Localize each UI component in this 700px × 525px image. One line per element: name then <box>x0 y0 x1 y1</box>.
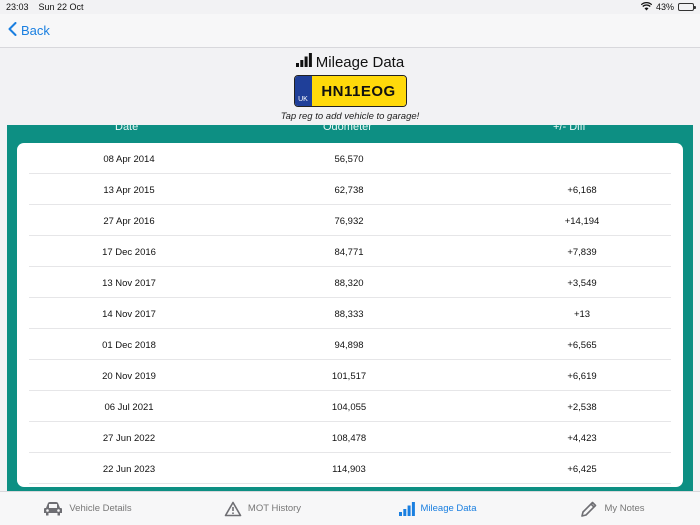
table-row: 06 Jul 2021 104,055 +2,538 <box>29 391 671 422</box>
pencil-icon <box>580 500 598 518</box>
cell-date: 14 Nov 2017 <box>102 309 156 320</box>
cell-diff: +6,168 <box>567 185 597 196</box>
tab-mot-history[interactable]: MOT History <box>175 492 350 525</box>
tab-vehicle-details[interactable]: Vehicle Details <box>0 492 175 525</box>
cell-date: 22 Jun 2023 <box>102 464 156 475</box>
status-bar: 23:03 Sun 22 Oct 43% <box>0 0 700 14</box>
chevron-left-icon <box>8 21 17 39</box>
tab-bar: Vehicle Details MOT History Mileage Data My… <box>0 491 700 525</box>
table-row: 20 Nov 2019 101,517 +6,619 <box>29 360 671 391</box>
plate-country-band: UK <box>294 76 312 106</box>
page-title: Mileage Data <box>0 53 700 71</box>
nav-bar: Back <box>0 14 700 48</box>
table-row: 13 Apr 2015 62,738 +6,168 <box>29 174 671 205</box>
table-row: 08 Apr 2014 56,570 <box>29 143 671 174</box>
cell-odometer: 62,738 <box>334 185 364 196</box>
cell-diff: +7,839 <box>567 247 597 258</box>
table-row: 17 Dec 2016 84,771 +7,839 <box>29 236 671 267</box>
cell-odometer: 101,517 <box>331 371 367 382</box>
cell-diff: +3,549 <box>567 278 597 289</box>
plate-registration: HN11EOG <box>311 76 406 106</box>
cell-date: 08 Apr 2014 <box>103 154 155 165</box>
column-header-diff: +/- Diff <box>553 121 586 133</box>
tab-label: MOT History <box>247 503 302 514</box>
cell-odometer: 88,333 <box>334 309 364 320</box>
page-header: Mileage Data UK HN11EOG Tap reg to add v… <box>0 48 700 126</box>
cell-diff: +6,565 <box>567 340 597 351</box>
page-title-text: Mileage Data <box>315 53 405 71</box>
cell-date: 13 Apr 2015 <box>103 185 155 196</box>
wifi-icon <box>640 1 653 13</box>
cell-date: 13 Nov 2017 <box>102 278 156 289</box>
column-header-date: Date <box>115 121 139 133</box>
cell-diff: +14,194 <box>564 216 600 227</box>
table-row: 27 Jun 2022 108,478 +4,423 <box>29 422 671 453</box>
tab-label: Vehicle Details <box>69 503 132 514</box>
cell-odometer: 114,903 <box>332 464 366 475</box>
status-date: Sun 22 Oct <box>38 2 84 12</box>
table-row: 13 Nov 2017 88,320 +3,549 <box>29 267 671 298</box>
tab-my-notes[interactable]: My Notes <box>525 492 700 525</box>
tab-label: My Notes <box>604 503 645 514</box>
column-header-odometer: Odometer <box>323 121 372 133</box>
cell-date: 17 Dec 2016 <box>102 247 156 258</box>
cell-date: 27 Jun 2022 <box>102 433 156 444</box>
cell-odometer: 76,932 <box>334 216 364 227</box>
table-row: 01 Dec 2018 94,898 +6,565 <box>29 329 671 360</box>
cell-odometer: 88,320 <box>334 278 364 289</box>
cell-diff: +4,423 <box>567 433 597 444</box>
cell-diff: +6,425 <box>567 464 597 475</box>
table-row: 27 Apr 2016 76,932 +14,194 <box>29 205 671 236</box>
cell-diff: +2,538 <box>567 402 597 413</box>
back-label: Back <box>21 23 50 38</box>
mileage-panel: Date Odometer +/- Diff 08 Apr 2014 56,570… <box>7 121 693 491</box>
status-time: 23:03 <box>6 2 29 12</box>
cell-odometer: 94,898 <box>334 340 364 351</box>
cell-odometer: 104,055 <box>331 402 367 413</box>
cell-diff: +6,619 <box>567 371 597 382</box>
battery-percent: 43% <box>655 2 674 12</box>
cell-odometer: 84,771 <box>334 247 364 258</box>
signal-bars-icon <box>295 53 312 71</box>
mileage-table[interactable]: 08 Apr 2014 56,570 13 Apr 2015 62,738 +6,168… <box>17 143 683 487</box>
tab-mileage-data[interactable]: Mileage Data <box>350 492 525 525</box>
cell-date: 20 Nov 2019 <box>102 371 156 382</box>
signal-bars-icon <box>398 501 415 516</box>
table-row: 22 Jun 2023 114,903 +6,425 <box>29 453 671 484</box>
cell-odometer: 56,570 <box>334 154 364 165</box>
cell-odometer: 108,478 <box>331 433 367 444</box>
cell-diff: +13 <box>573 309 591 320</box>
back-button[interactable]: Back <box>8 21 50 39</box>
cell-date: 27 Apr 2016 <box>103 216 155 227</box>
registration-plate[interactable]: UK HN11EOG <box>293 75 407 107</box>
cell-date: 01 Dec 2018 <box>102 340 156 351</box>
car-icon <box>43 501 63 517</box>
tab-label: Mileage Data <box>420 503 477 514</box>
table-header: Date Odometer +/- Diff <box>7 121 693 137</box>
cell-date: 06 Jul 2021 <box>104 402 154 413</box>
warning-triangle-icon <box>224 501 242 517</box>
battery-icon <box>678 3 696 11</box>
table-row: 14 Nov 2017 88,333 +13 <box>29 298 671 329</box>
